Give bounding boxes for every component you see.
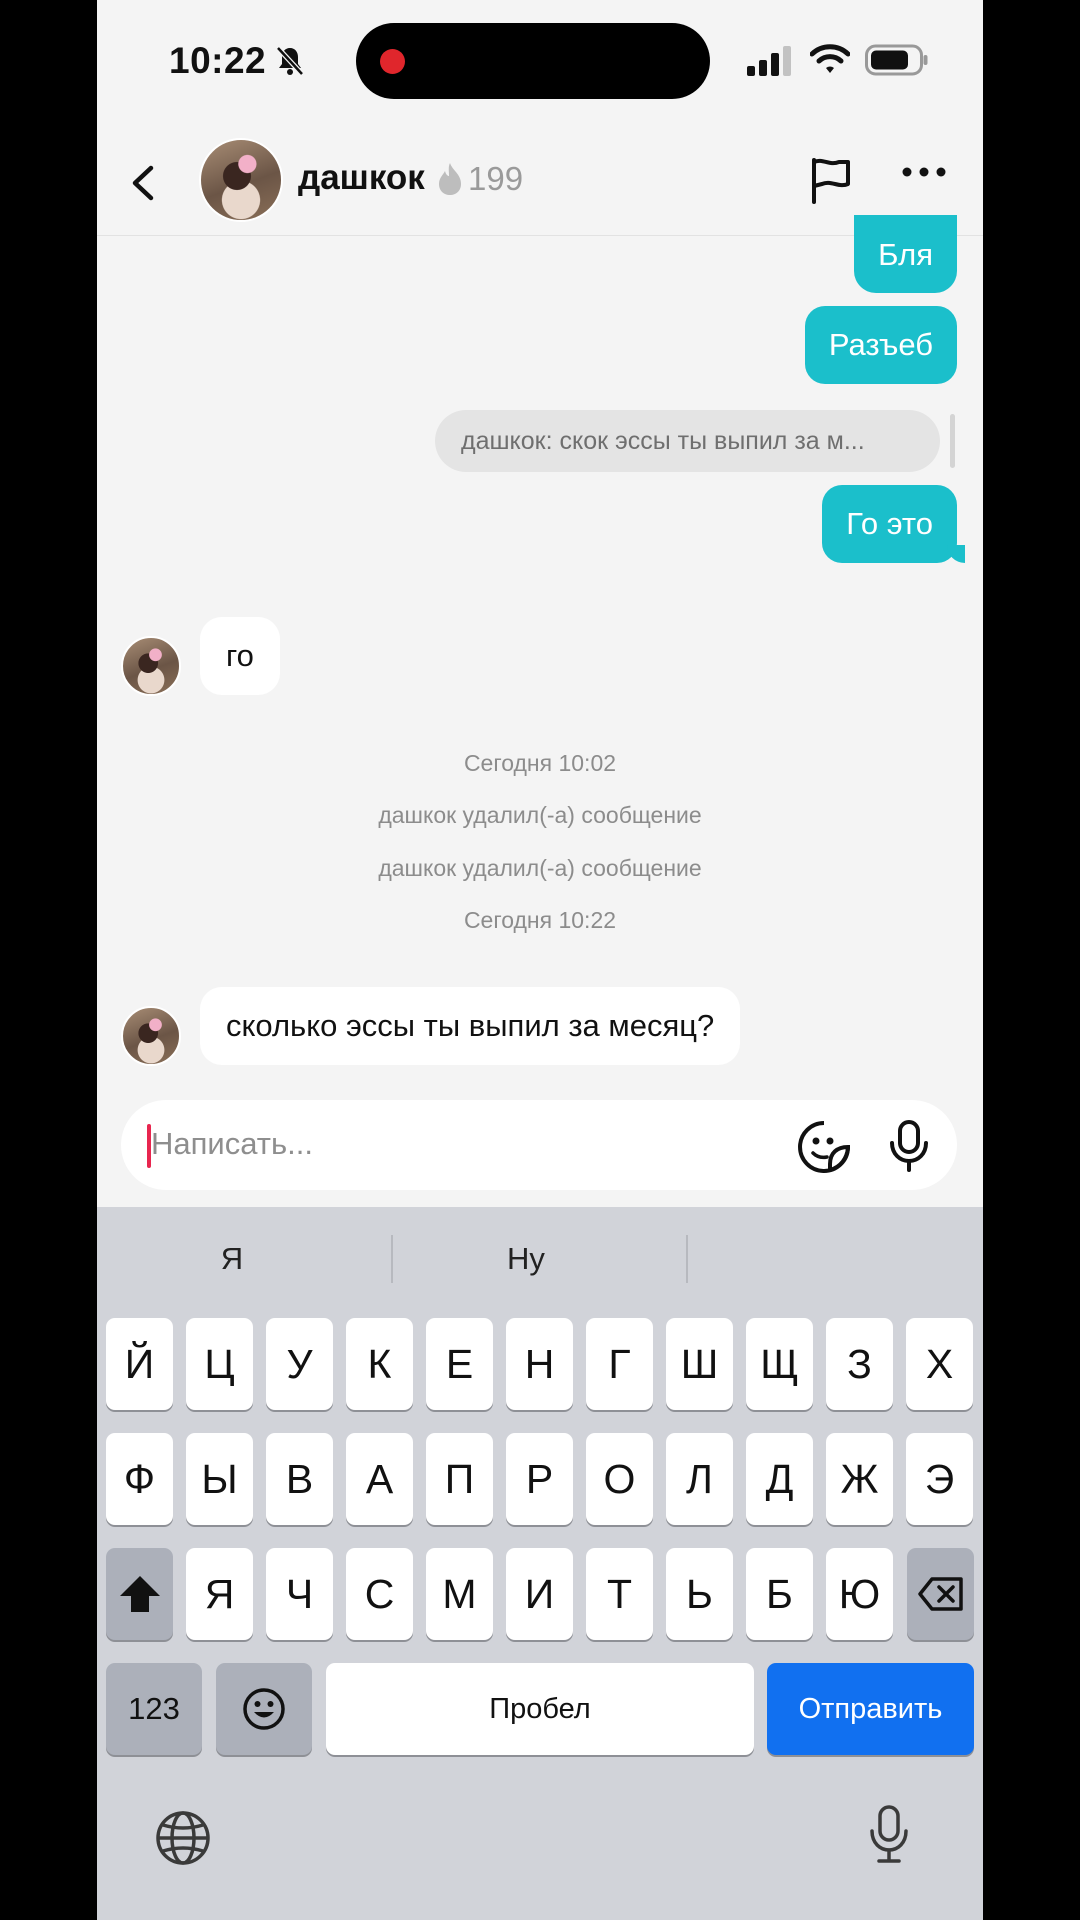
outgoing-message[interactable]: Го это [822,485,957,563]
timestamp: Сегодня 10:22 [463,907,617,933]
more-options-icon[interactable] [902,166,946,178]
backspace-key[interactable] [907,1548,974,1640]
sticker-icon[interactable] [797,1120,851,1174]
letter-key[interactable]: Ь [666,1548,733,1640]
incoming-message[interactable]: го [200,617,280,695]
letter-key[interactable]: Щ [746,1318,813,1410]
message-input[interactable]: Написать... [151,1126,313,1162]
reply-indicator-bar [950,414,955,468]
sender-avatar[interactable] [121,1006,181,1066]
letter-key[interactable]: Ч [266,1548,333,1640]
shift-icon [119,1576,160,1612]
letter-key[interactable]: Н [506,1318,573,1410]
emoji-icon [243,1688,285,1730]
letter-key[interactable]: Ю [826,1548,893,1640]
reply-preview[interactable]: дашкок: скок эссы ты выпил за м... [435,410,940,472]
letter-key[interactable]: Х [906,1318,973,1410]
signal-icon [747,46,791,76]
globe-icon[interactable] [155,1810,211,1866]
numbers-key[interactable]: 123 [106,1663,202,1755]
letter-key[interactable]: В [266,1433,333,1525]
suggestion-divider [686,1235,688,1283]
flame-icon [439,163,461,195]
letter-key[interactable]: Ц [186,1318,253,1410]
outgoing-message[interactable]: Разъеб [804,306,957,384]
back-icon[interactable] [119,158,169,208]
dynamic-island [356,23,710,99]
incoming-message[interactable]: сколько эссы ты выпил за месяц? [200,987,741,1065]
status-time: 10:22 [169,40,267,81]
letter-key[interactable]: Ф [106,1433,173,1525]
letter-key[interactable]: П [426,1433,493,1525]
letter-key[interactable]: Д [746,1433,813,1525]
outgoing-message[interactable]: Бля [854,215,957,293]
letter-key[interactable]: С [346,1548,413,1640]
shift-key[interactable] [106,1548,173,1640]
dictation-icon[interactable] [867,1804,911,1866]
flag-icon[interactable] [809,156,853,206]
letter-key[interactable]: Й [106,1318,173,1410]
contact-avatar[interactable] [199,138,283,222]
letter-key[interactable]: Ы [186,1433,253,1525]
system-message: дашкок удалил(-а) сообщение [378,802,702,828]
letter-key[interactable]: Г [586,1318,653,1410]
letter-key[interactable]: К [346,1318,413,1410]
letter-key[interactable]: Ж [826,1433,893,1525]
letter-key[interactable]: Л [666,1433,733,1525]
system-message: дашкок удалил(-а) сообщение [378,855,702,881]
letter-key[interactable]: Б [746,1548,813,1640]
bell-off-icon [276,46,304,76]
chat-screen: 10:22 дашкок 199 Бля Разъеб дашкок: скок… [97,0,983,1920]
message-composer[interactable]: Написать... [121,1100,957,1190]
letter-key[interactable]: А [346,1433,413,1525]
letter-key[interactable]: Е [426,1318,493,1410]
letter-key[interactable]: О [586,1433,653,1525]
letter-key[interactable]: У [266,1318,333,1410]
letter-key[interactable]: М [426,1548,493,1640]
letter-key[interactable]: Ш [666,1318,733,1410]
letter-key[interactable]: Т [586,1548,653,1640]
contact-name[interactable]: дашкок [298,158,425,198]
letter-key[interactable]: Я [186,1548,253,1640]
suggestion-1[interactable]: Я [97,1241,367,1277]
letter-key[interactable]: И [506,1548,573,1640]
battery-icon [865,44,928,76]
letter-key[interactable]: Э [906,1433,973,1525]
space-key[interactable]: Пробел [326,1663,754,1755]
keyboard: Я Ну ЙЦУКЕНГШЩЗХ ФЫВАПРОЛДЖЭ ЯЧСМИТЬБЮ 1… [97,1207,983,1920]
wifi-icon [810,44,850,73]
sender-avatar[interactable] [121,636,181,696]
letter-key[interactable]: З [826,1318,893,1410]
backspace-icon [917,1577,963,1611]
microphone-icon[interactable] [887,1119,931,1173]
letter-key[interactable]: Р [506,1433,573,1525]
chat-header: дашкок 199 [97,130,983,236]
emoji-key[interactable] [216,1663,312,1755]
send-key[interactable]: Отправить [767,1663,974,1755]
suggestion-2[interactable]: Ну [391,1241,661,1277]
recording-indicator [380,49,405,74]
streak-count: 199 [468,160,524,197]
timestamp: Сегодня 10:02 [463,750,617,776]
bubble-tail [947,545,965,563]
